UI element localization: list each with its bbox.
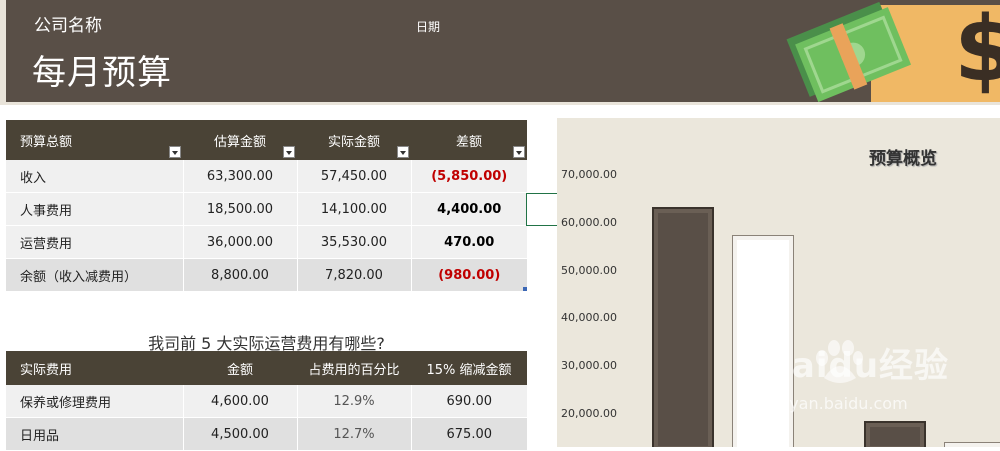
top5-header-cell[interactable]: 金额 [183, 351, 297, 385]
chart-bar[interactable] [944, 442, 1000, 447]
y-tick-label: 70,000.00 [561, 168, 617, 181]
actual-cell[interactable]: 7,820.00 [296, 258, 411, 292]
difference-cell[interactable]: 4,400.00 [410, 192, 527, 226]
dropdown-icon[interactable] [169, 146, 181, 158]
table-row: 日用品 4,500.00 12.7% 675.00 [6, 417, 527, 451]
report-header: 公司名称 日期 每月预算 $ [6, 0, 1000, 102]
difference-cell[interactable]: 470.00 [410, 225, 527, 259]
difference-cell[interactable]: (980.00) [410, 258, 527, 292]
amount-cell[interactable]: 4,600.00 [182, 385, 297, 418]
watermark-url: jingyan.baidu.com [760, 394, 908, 413]
chart-title: 预算概览 [869, 149, 937, 169]
selected-cell[interactable] [526, 193, 560, 226]
row-label[interactable]: 余额（收入减费用） [6, 258, 183, 292]
top5-header-cell[interactable]: 15% 缩减金额 [411, 351, 527, 385]
budget-summary-table: 预算总额 估算金额 实际金额 差额 收入 63,300.00 57,450.00… [6, 120, 527, 292]
chart-bar[interactable] [864, 421, 926, 447]
table-row: 人事费用 18,500.00 14,100.00 4,400.00 [6, 192, 527, 226]
table-resize-handle[interactable] [523, 287, 527, 291]
watermark-text: Baidu经验 [765, 346, 950, 386]
actual-cell[interactable]: 57,450.00 [296, 160, 411, 193]
page-title[interactable]: 每月预算 [32, 45, 172, 94]
difference-cell[interactable]: (5,850.00) [410, 160, 527, 193]
summary-header-row: 预算总额 估算金额 实际金额 差额 [6, 120, 527, 160]
dropdown-icon[interactable] [283, 146, 295, 158]
dropdown-icon[interactable] [513, 146, 525, 158]
top5-expense-table: 实际费用 金额 占费用的百分比 15% 缩减金额 保养或修理费用 4,600.0… [6, 351, 527, 451]
estimated-cell[interactable]: 63,300.00 [182, 160, 297, 193]
y-tick-label: 30,000.00 [561, 359, 617, 373]
top5-header-cell[interactable]: 占费用的百分比 [297, 351, 411, 385]
table-row: 保养或修理费用 4,600.00 12.9% 690.00 [6, 385, 527, 418]
percent-cell[interactable]: 12.7% [296, 417, 411, 451]
company-name[interactable]: 公司名称 [34, 11, 102, 36]
estimated-cell[interactable]: 18,500.00 [182, 192, 297, 226]
estimated-cell[interactable]: 8,800.00 [182, 258, 297, 292]
actual-cell[interactable]: 14,100.00 [296, 192, 411, 226]
row-label[interactable]: 人事费用 [6, 192, 183, 226]
summary-header-cell[interactable]: 差额 [411, 120, 527, 160]
header-divider [0, 102, 1000, 105]
summary-header-cell[interactable]: 实际金额 [297, 120, 411, 160]
row-label[interactable]: 收入 [6, 160, 183, 193]
date-label[interactable]: 日期 [416, 18, 440, 35]
percent-cell[interactable]: 12.9% [296, 385, 411, 418]
chart-bar[interactable] [652, 207, 714, 447]
estimated-cell[interactable]: 36,000.00 [182, 225, 297, 259]
y-tick-label: 20,000.00 [561, 407, 617, 420]
row-label[interactable]: 运营费用 [6, 225, 183, 259]
table-row: 余额（收入减费用） 8,800.00 7,820.00 (980.00) [6, 258, 527, 292]
expense-label[interactable]: 保养或修理费用 [6, 385, 183, 418]
summary-header-cell[interactable]: 估算金额 [183, 120, 297, 160]
amount-cell[interactable]: 4,500.00 [182, 417, 297, 451]
summary-header-cell[interactable]: 预算总额 [6, 120, 183, 160]
reduction-cell[interactable]: 675.00 [410, 417, 527, 451]
dollar-sign-icon: $ [954, 0, 1000, 102]
table-row: 运营费用 36,000.00 35,530.00 470.00 [6, 225, 527, 259]
table-row: 收入 63,300.00 57,450.00 (5,850.00) [6, 160, 527, 193]
expense-label[interactable]: 日用品 [6, 417, 183, 451]
actual-cell[interactable]: 35,530.00 [296, 225, 411, 259]
top5-header-cell[interactable]: 实际费用 [6, 351, 183, 385]
reduction-cell[interactable]: 690.00 [410, 385, 527, 418]
y-tick-label: 60,000.00 [561, 215, 617, 229]
top5-header-row: 实际费用 金额 占费用的百分比 15% 缩减金额 [6, 351, 527, 385]
y-tick-label: 50,000.00 [561, 263, 617, 277]
dropdown-icon[interactable] [397, 146, 409, 158]
y-tick-label: 40,000.00 [561, 311, 617, 325]
money-icon: $ [786, 0, 1000, 102]
